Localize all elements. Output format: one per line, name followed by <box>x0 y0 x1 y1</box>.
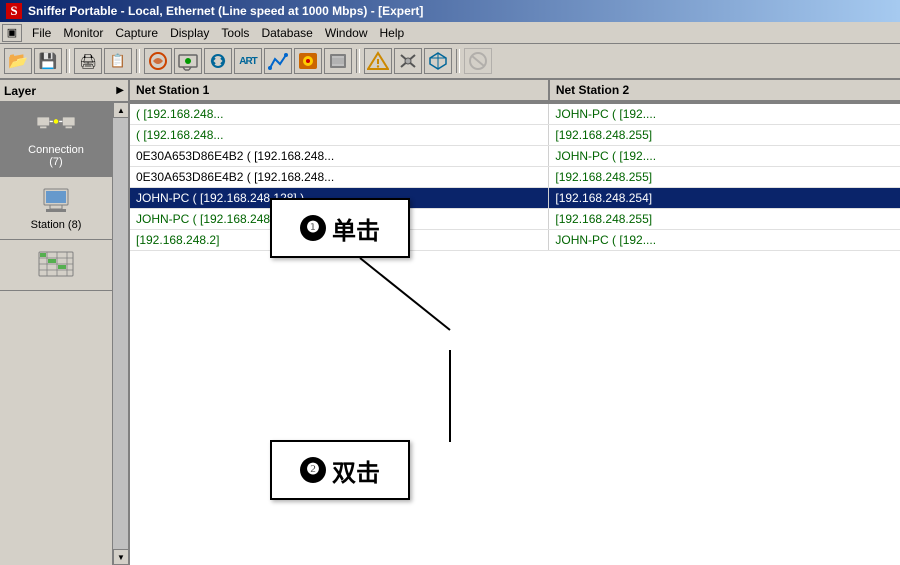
table-cell-station2: JOHN-PC ( [192.... <box>549 230 900 250</box>
table-cell-station1: ( [192.168.248... <box>130 125 549 145</box>
toolbar-copy[interactable]: 📋 <box>104 48 132 74</box>
sidebar-scroll-up[interactable]: ▲ <box>113 102 129 118</box>
sidebar-item-connection[interactable]: Connection(7) <box>0 102 112 177</box>
content-area: Net Station 1 Net Station 2 ( [192.168.2… <box>130 80 900 565</box>
sidebar-connection-label: Connection(7) <box>28 144 84 168</box>
toolbar-sep2 <box>136 49 140 73</box>
protocol-icon <box>36 248 76 280</box>
toolbar-save[interactable]: 💾 <box>34 48 62 74</box>
sidebar-expand-arrow[interactable]: ▶ <box>116 85 124 96</box>
table-cell-station2: JOHN-PC ( [192.... <box>549 146 900 166</box>
main-area: Layer ▶ <box>0 80 900 565</box>
annotation-2-text: 双击 <box>332 453 380 488</box>
connection-icon <box>36 110 76 142</box>
toolbar-sep3 <box>356 49 360 73</box>
app-logo: S <box>6 3 22 19</box>
table-row[interactable]: JOHN-PC ( [192.168.248.128] ) [192.168.2… <box>130 209 900 230</box>
table-body: ( [192.168.248... JOHN-PC ( [192.... ( [… <box>130 104 900 565</box>
toolbar-print[interactable]: 🖨 <box>74 48 102 74</box>
title-text: Sniffer Portable - Local, Ethernet (Line… <box>28 4 423 18</box>
toolbar-open[interactable]: 📂 <box>4 48 32 74</box>
table-cell-station2: [192.168.248.255] <box>549 125 900 145</box>
table-cell-station2: [192.168.248.255] <box>549 209 900 229</box>
menu-window[interactable]: Window <box>319 24 374 42</box>
toolbar-monitor2[interactable] <box>174 48 202 74</box>
toolbar-chart[interactable] <box>264 48 292 74</box>
table-row[interactable]: [192.168.248.2] JOHN-PC ( [192.... <box>130 230 900 251</box>
app-window: S Sniffer Portable - Local, Ethernet (Li… <box>0 0 900 565</box>
sidebar-items-list: Connection(7) Station (8) <box>0 102 112 565</box>
menu-file[interactable]: File <box>26 24 57 42</box>
table-cell-station1: 0E30A653D86E4B2 ( [192.168.248... <box>130 146 549 166</box>
col-header-station2: Net Station 2 <box>550 80 900 102</box>
menu-database[interactable]: Database <box>255 24 318 42</box>
col-header-station1: Net Station 1 <box>130 80 550 102</box>
table-row-selected[interactable]: JOHN-PC ( [192.168.248.128] ) [192.168.2… <box>130 188 900 209</box>
menu-capture[interactable]: Capture <box>109 24 164 42</box>
table-row[interactable]: 0E30A653D86E4B2 ( [192.168.248... [192.1… <box>130 167 900 188</box>
toolbar-package[interactable] <box>424 48 452 74</box>
station-icon <box>36 185 76 217</box>
table-cell-station1: 0E30A653D86E4B2 ( [192.168.248... <box>130 167 549 187</box>
table-row[interactable]: 0E30A653D86E4B2 ( [192.168.248... JOHN-P… <box>130 146 900 167</box>
menu-monitor[interactable]: Monitor <box>57 24 109 42</box>
menu-tools[interactable]: Tools <box>215 24 255 42</box>
sidebar-item-protocol[interactable] <box>0 240 112 291</box>
menu-display[interactable]: Display <box>164 24 215 42</box>
toolbar: 📂 💾 🖨 📋 ART <box>0 44 900 80</box>
sidebar-station-label: Station (8) <box>31 219 82 231</box>
menu-help[interactable]: Help <box>374 24 411 42</box>
toolbar-disabled <box>464 48 492 74</box>
toolbar-art[interactable]: ART <box>234 48 262 74</box>
toolbar-monitor1[interactable] <box>144 48 172 74</box>
toolbar-settings[interactable] <box>394 48 422 74</box>
sidebar-item-station[interactable]: Station (8) <box>0 177 112 240</box>
title-bar: S Sniffer Portable - Local, Ethernet (Li… <box>0 0 900 22</box>
table-cell-station2-selected: [192.168.248.254] <box>549 188 900 208</box>
table-header: Net Station 1 Net Station 2 <box>130 80 900 104</box>
menu-bar: ▣ File Monitor Capture Display Tools Dat… <box>0 22 900 44</box>
toolbar-refresh[interactable] <box>204 48 232 74</box>
table-cell-station2: JOHN-PC ( [192.... <box>549 104 900 124</box>
toolbar-warning[interactable] <box>364 48 392 74</box>
table-cell-station1: ( [192.168.248... <box>130 104 549 124</box>
sidebar-header-label: Layer <box>4 84 36 98</box>
table-cell-station2: [192.168.248.255] <box>549 167 900 187</box>
sidebar: Layer ▶ <box>0 80 130 565</box>
toolbar-sep1 <box>66 49 70 73</box>
table-row[interactable]: ( [192.168.248... JOHN-PC ( [192.... <box>130 104 900 125</box>
toolbar-sep4 <box>456 49 460 73</box>
table-row[interactable]: ( [192.168.248... [192.168.248.255] <box>130 125 900 146</box>
sidebar-scroll-track[interactable] <box>113 118 128 549</box>
menu-icon: ▣ <box>2 24 22 42</box>
sidebar-scroll-down[interactable]: ▼ <box>113 549 129 565</box>
annotation-1-text: 单击 <box>332 211 380 246</box>
annotation-single-click: ❶ 单击 <box>270 198 410 258</box>
annotation-double-click: ❷ 双击 <box>270 440 410 500</box>
sidebar-header: Layer ▶ <box>0 80 128 102</box>
toolbar-cd[interactable] <box>324 48 352 74</box>
sidebar-scrollbar[interactable]: ▲ ▼ <box>112 102 128 565</box>
sidebar-inner: Connection(7) Station (8) <box>0 102 128 565</box>
annotation-1-number: ❶ <box>300 215 326 241</box>
toolbar-color[interactable] <box>294 48 322 74</box>
annotation-2-number: ❷ <box>300 457 326 483</box>
